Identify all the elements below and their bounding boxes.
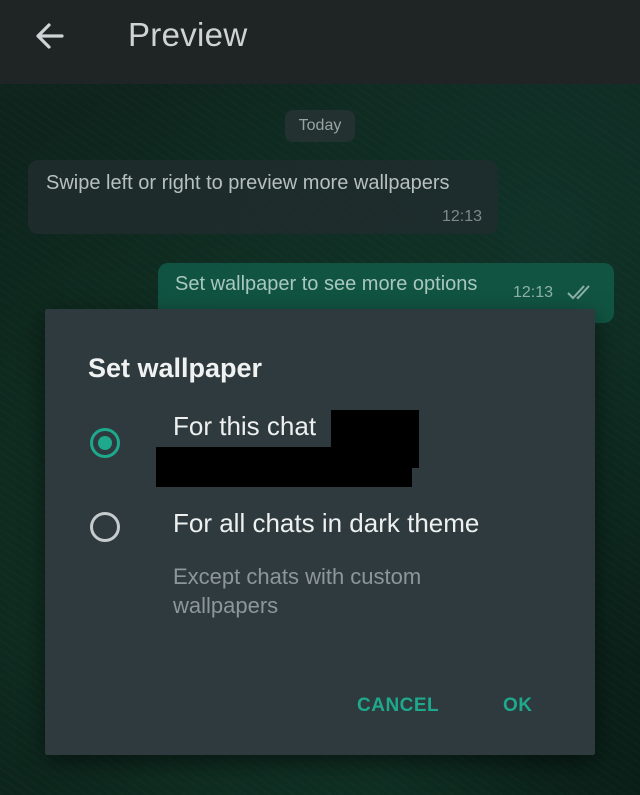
page-title: Preview (128, 16, 248, 53)
ok-button[interactable]: OK (503, 695, 533, 717)
message-text: Set wallpaper to see more options (175, 273, 478, 295)
set-wallpaper-dialog: Set wallpaper For this chat For all chat… (45, 309, 595, 755)
option-subtext: Except chats with custom wallpapers (173, 564, 422, 618)
double-check-icon (567, 285, 590, 300)
option-label: For all chats in dark theme (173, 508, 480, 538)
message-text: Swipe left or right to preview more wall… (46, 172, 450, 194)
option-label: For this chat (173, 411, 317, 441)
redaction-block (156, 447, 412, 487)
app-bar: Preview (0, 0, 640, 84)
incoming-message-bubble: Swipe left or right to preview more wall… (28, 160, 498, 234)
radio-selected-icon[interactable] (90, 428, 120, 458)
cancel-button[interactable]: CANCEL (357, 695, 439, 717)
option-all-chats-dark-theme[interactable]: For all chats in dark theme Except chats… (45, 499, 595, 639)
message-time: 12:13 (441, 208, 482, 225)
radio-unselected-icon[interactable] (90, 512, 120, 542)
message-time: 12:13 (513, 284, 554, 301)
dialog-title: Set wallpaper (88, 353, 263, 383)
arrow-left-icon[interactable] (32, 18, 68, 54)
date-chip: Today (285, 110, 355, 142)
